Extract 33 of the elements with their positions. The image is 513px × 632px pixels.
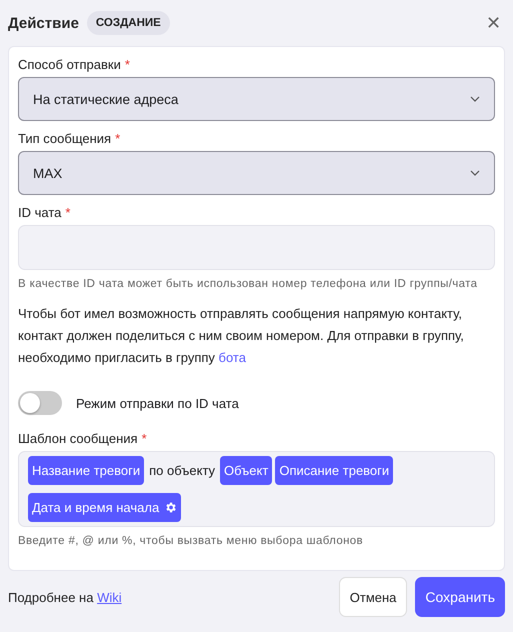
wiki-note: Подробнее на Wiki bbox=[8, 590, 122, 604]
wiki-link[interactable]: Wiki bbox=[97, 590, 122, 604]
hint-text: Введите #, @ или %, чтобы вызвать меню выбора шаблонов bbox=[18, 534, 364, 549]
template-tag[interactable]: Описание тревоги bbox=[275, 456, 394, 485]
field-label: Тип сообщения bbox=[18, 131, 112, 146]
input-field[interactable] bbox=[18, 225, 495, 270]
toggle-switch[interactable] bbox=[18, 391, 62, 415]
info-paragraph: Чтобы бот имел возможность отправлять сообщения напрямую контакту, контакт должен поделиться с ним своим номером. Для отправки в группу, необходимо пригласить в группу бота bbox=[18, 305, 465, 367]
toggle-label: Режим отправки по ID чата bbox=[76, 396, 239, 410]
field-label: Способ отправки bbox=[18, 57, 121, 72]
dropdown[interactable]: На статические адреса bbox=[18, 77, 495, 121]
required-mark: * bbox=[65, 205, 70, 220]
required-mark: * bbox=[115, 131, 120, 146]
required-mark: * bbox=[124, 57, 130, 72]
bot-link[interactable]: бота bbox=[218, 350, 246, 365]
template-tag[interactable]: Дата и время начала bbox=[28, 493, 182, 522]
field-label: Шаблон сообщения bbox=[18, 431, 138, 446]
chevron-down-icon bbox=[470, 170, 480, 176]
save-button[interactable]: Сохранить bbox=[415, 577, 505, 617]
chevron-down-icon bbox=[470, 96, 480, 102]
required-mark: * bbox=[142, 431, 147, 446]
close-button[interactable]: ✕ bbox=[482, 12, 505, 34]
field-label: ID чата bbox=[18, 205, 62, 220]
dialog-title: Действие bbox=[8, 14, 79, 32]
settings-icon[interactable] bbox=[164, 501, 178, 514]
template-editor[interactable]: Название тревоги по объекту Объект Описание тревоги Дата и время начала bbox=[18, 451, 495, 527]
dropdown[interactable]: MAX bbox=[18, 151, 495, 195]
cancel-button[interactable]: Отмена bbox=[338, 577, 408, 617]
hint-text: В качестве ID чата может быть использован номер телефона или ID группы/чата bbox=[18, 277, 478, 292]
template-tag[interactable]: Название тревоги bbox=[28, 456, 144, 485]
template-tag[interactable]: Объект bbox=[220, 456, 272, 485]
template-text: по объекту bbox=[148, 463, 216, 478]
status-badge: СОЗДАНИЕ bbox=[86, 11, 170, 35]
